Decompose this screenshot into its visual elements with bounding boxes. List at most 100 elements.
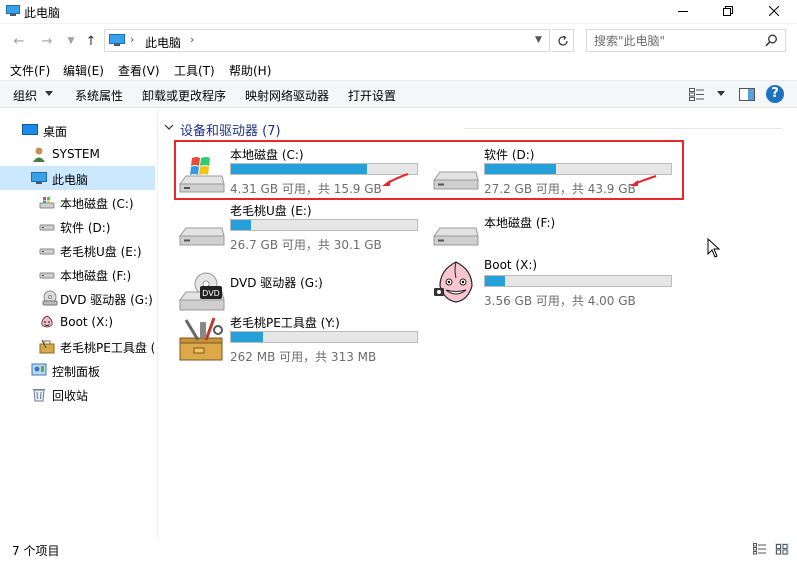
- drive-usage-fill: [485, 276, 506, 286]
- nav-label: 软件 (D:): [60, 221, 111, 235]
- recycle-bin-icon: [33, 389, 45, 402]
- menu-bar: 文件(F) 编辑(E) 查看(V) 工具(T) 帮助(H): [0, 58, 797, 80]
- caret-down-icon[interactable]: [45, 91, 53, 96]
- maximize-button[interactable]: [705, 0, 750, 22]
- nav-label: 老毛桃U盘 (E:): [60, 245, 142, 259]
- chevron-right-icon[interactable]: ›: [130, 33, 134, 46]
- user-icon: [33, 147, 45, 162]
- nav-item-control-panel[interactable]: 控制面板: [0, 358, 155, 382]
- preview-pane-icon[interactable]: [739, 88, 755, 101]
- close-button[interactable]: [751, 0, 796, 22]
- minimize-icon: [677, 11, 688, 12]
- drive-name: DVD 驱动器 (G:): [230, 276, 323, 290]
- map-network-drive-button[interactable]: 映射网络驱动器: [245, 87, 329, 104]
- menu-view[interactable]: 查看(V): [118, 62, 160, 79]
- red-arrow-annotation-icon: [630, 175, 657, 186]
- drive-icon: [39, 224, 55, 231]
- refresh-button[interactable]: [552, 29, 574, 52]
- forward-button[interactable]: →: [38, 32, 56, 50]
- address-bar[interactable]: › 此电脑 › ▼: [104, 29, 550, 52]
- caret-down-icon[interactable]: [717, 91, 725, 96]
- drive-tile-c[interactable]: 本地磁盘 (C:) 4.31 GB 可用，共 15.9 GB: [178, 144, 428, 198]
- menu-file[interactable]: 文件(F): [10, 62, 50, 79]
- nav-item-desktop[interactable]: 桌面: [0, 118, 155, 142]
- chevron-right-icon[interactable]: ›: [190, 33, 194, 46]
- system-properties-button[interactable]: 系统属性: [75, 87, 123, 104]
- drive-name: 老毛桃PE工具盘 (Y:): [230, 316, 340, 330]
- search-input[interactable]: [587, 30, 762, 51]
- nav-item-this-pc[interactable]: 此电脑: [0, 166, 155, 190]
- details-view-icon[interactable]: [753, 543, 767, 555]
- drive-icon: [39, 272, 55, 279]
- nav-label: 控制面板: [52, 365, 101, 379]
- chevron-down-icon[interactable]: [164, 122, 174, 132]
- mouse-cursor-icon: [707, 238, 721, 258]
- organize-button[interactable]: 组织: [13, 87, 37, 104]
- tiles-view-icon[interactable]: [775, 543, 789, 555]
- drive-icon: [433, 171, 479, 190]
- back-button[interactable]: ←: [10, 32, 28, 50]
- command-bar: 组织 系统属性 卸载或更改程序 映射网络驱动器 打开设置 ?: [0, 80, 797, 108]
- minimize-button[interactable]: [660, 0, 705, 22]
- search-icon[interactable]: [765, 34, 778, 47]
- up-button[interactable]: ↑: [82, 32, 100, 50]
- arrow-up-icon: ↑: [85, 33, 97, 49]
- drive-name: 本地磁盘 (C:): [230, 148, 304, 162]
- arrow-left-icon: ←: [13, 33, 25, 49]
- nav-item-system[interactable]: SYSTEM: [0, 142, 155, 166]
- peach-mascot-icon: [434, 261, 473, 303]
- arrow-right-icon: →: [41, 33, 53, 49]
- drive-usage-fill: [485, 164, 556, 174]
- menu-edit[interactable]: 编辑(E): [63, 62, 104, 79]
- dvd-label: DVD: [202, 289, 220, 298]
- menu-help[interactable]: 帮助(H): [229, 62, 271, 79]
- drive-tile-e[interactable]: 老毛桃U盘 (E:) 26.7 GB 可用，共 30.1 GB: [178, 200, 428, 254]
- red-arrow-annotation-icon: [382, 173, 409, 186]
- nav-item-drive-e[interactable]: 老毛桃U盘 (E:): [0, 238, 155, 262]
- drive-tile-y[interactable]: 老毛桃PE工具盘 (Y:) 262 MB 可用，共 313 MB: [178, 312, 428, 366]
- restore-icon: [722, 6, 733, 16]
- nav-label: 本地磁盘 (C:): [60, 197, 134, 211]
- drive-space-info: 3.56 GB 可用，共 4.00 GB: [484, 294, 636, 308]
- uninstall-program-button[interactable]: 卸载或更改程序: [142, 87, 226, 104]
- group-header-devices[interactable]: 设备和驱动器 (7): [164, 118, 784, 139]
- nav-item-drive-y[interactable]: 老毛桃PE工具盘 (: [0, 334, 155, 358]
- drive-space-info: 262 MB 可用，共 313 MB: [230, 350, 377, 364]
- drive-tile-d[interactable]: 软件 (D:) 27.2 GB 可用，共 43.9 GB: [432, 144, 682, 198]
- drive-icon: [39, 248, 55, 255]
- control-panel-icon: [31, 363, 47, 376]
- this-pc-icon: [6, 5, 20, 16]
- help-icon: ?: [771, 86, 779, 101]
- drive-usage-bar: [484, 275, 672, 287]
- recent-locations-button[interactable]: ▼: [62, 32, 80, 50]
- nav-item-drive-c[interactable]: 本地磁盘 (C:): [0, 190, 155, 214]
- nav-label: Boot (X:): [60, 315, 114, 329]
- nav-label: DVD 驱动器 (G:): [60, 293, 153, 307]
- menu-tools[interactable]: 工具(T): [174, 62, 215, 79]
- drive-tile-x[interactable]: Boot (X:) 3.56 GB 可用，共 4.00 GB: [432, 256, 682, 310]
- breadcrumb-this-pc[interactable]: 此电脑: [145, 34, 181, 51]
- open-settings-button[interactable]: 打开设置: [348, 87, 396, 104]
- chevron-down-icon[interactable]: ▼: [535, 35, 542, 45]
- nav-label: 桌面: [43, 125, 68, 139]
- drive-usage-bar: [230, 331, 418, 343]
- close-icon: [768, 6, 779, 16]
- drive-name: 老毛桃U盘 (E:): [230, 204, 312, 218]
- title-bar: 此电脑: [0, 0, 797, 24]
- item-count: 7 个项目: [12, 544, 60, 558]
- view-options-icon[interactable]: [689, 88, 705, 101]
- group-title: 设备和驱动器 (7): [180, 124, 281, 139]
- nav-item-drive-d[interactable]: 软件 (D:): [0, 214, 155, 238]
- toolbox-icon: [179, 317, 223, 361]
- drive-space-info: 27.2 GB 可用，共 43.9 GB: [484, 182, 636, 196]
- dvd-drive-icon: [42, 290, 58, 306]
- nav-item-drive-f[interactable]: 本地磁盘 (F:): [0, 262, 155, 286]
- address-row: ← → ▼ ↑ › 此电脑 › ▼: [0, 24, 797, 58]
- help-button[interactable]: ?: [766, 85, 784, 103]
- search-box[interactable]: [586, 29, 786, 52]
- peach-mascot-icon: [41, 315, 53, 328]
- nav-item-recycle-bin[interactable]: 回收站: [0, 382, 155, 406]
- drive-space-info: 26.7 GB 可用，共 30.1 GB: [230, 238, 382, 252]
- nav-item-drive-x[interactable]: Boot (X:): [0, 310, 155, 334]
- nav-item-drive-g[interactable]: DVD 驱动器 (G:): [0, 286, 155, 310]
